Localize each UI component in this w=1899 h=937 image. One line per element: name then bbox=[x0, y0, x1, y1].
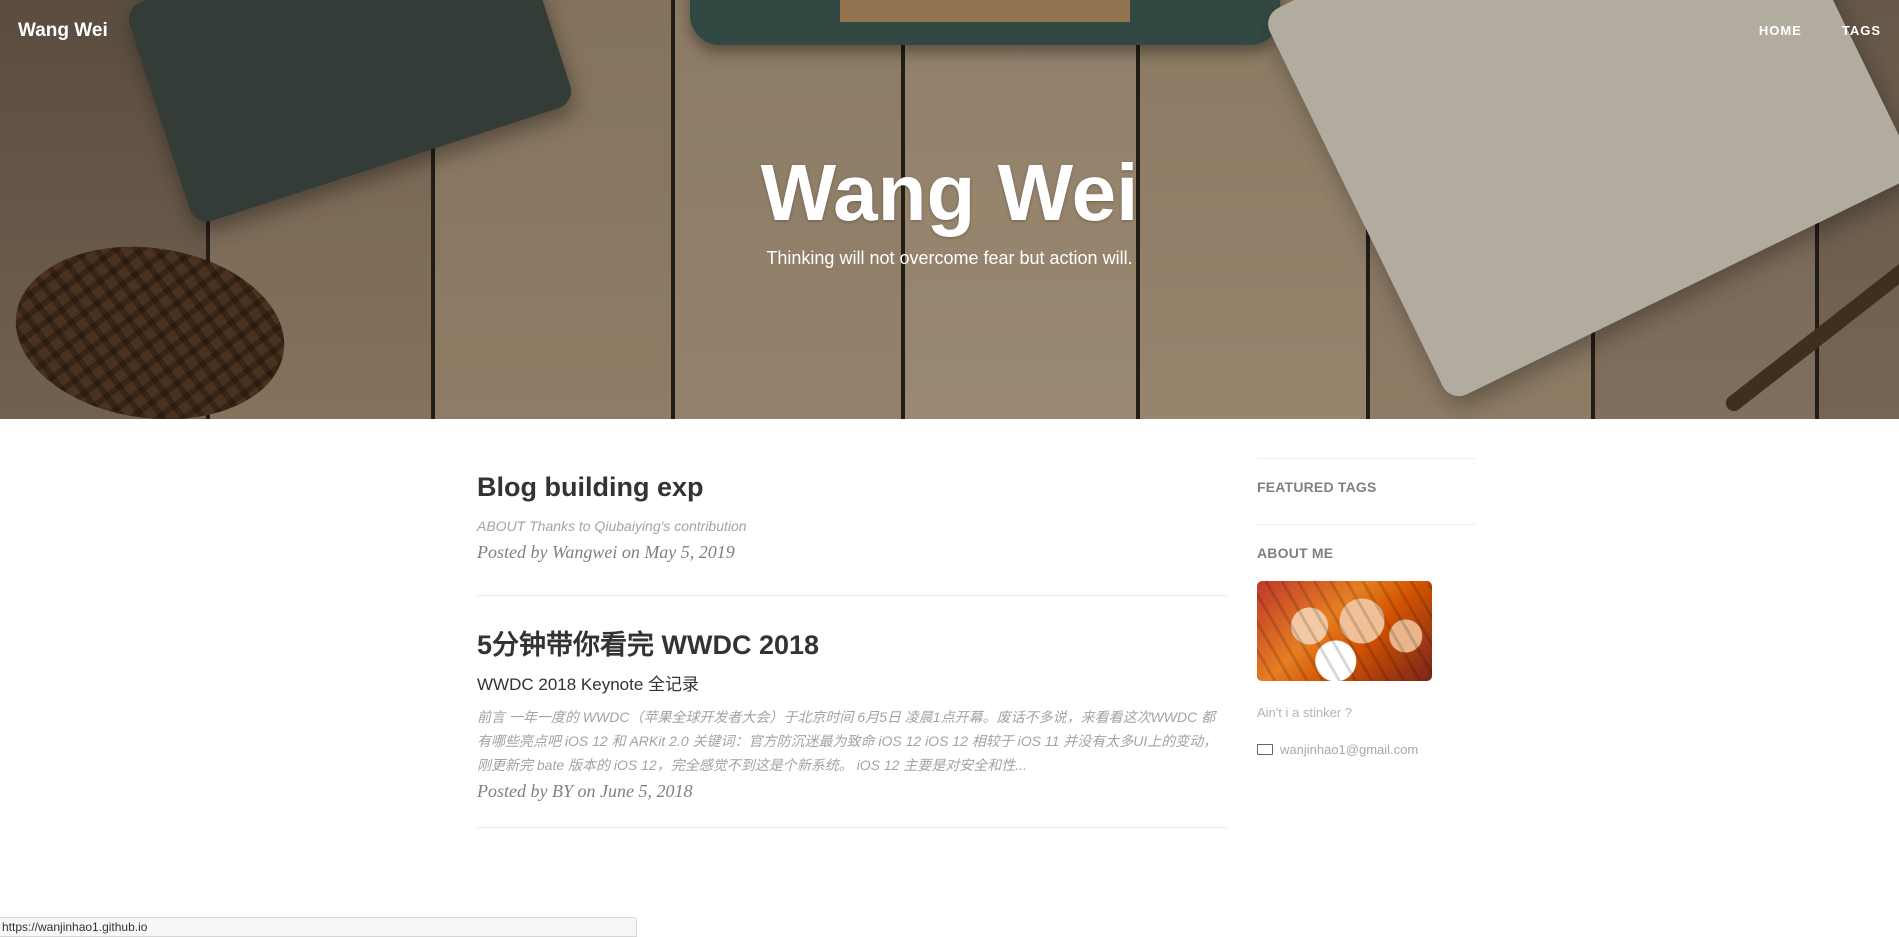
post-title-link[interactable]: 5分钟带你看完 WWDC 2018 bbox=[477, 628, 1227, 662]
sidebar: FEATURED TAGS ABOUT ME Ain't i a stinker… bbox=[1257, 458, 1475, 757]
about-me-section: ABOUT ME Ain't i a stinker ? wanjinhao1@… bbox=[1257, 524, 1475, 757]
brand-link[interactable]: Wang Wei bbox=[18, 20, 108, 42]
hero-banner: Wang Wei HOME TAGS Wang Wei Thinking wil… bbox=[0, 0, 1899, 419]
mail-icon bbox=[1257, 744, 1273, 755]
post-item: 5分钟带你看完 WWDC 2018 WWDC 2018 Keynote 全记录 … bbox=[477, 596, 1227, 828]
about-me-heading: ABOUT ME bbox=[1257, 545, 1334, 561]
post-meta: Posted by BY on June 5, 2018 bbox=[477, 781, 693, 801]
post-item: Blog building exp ABOUT Thanks to Qiubai… bbox=[477, 460, 1227, 596]
post-excerpt: 前言 一年一度的 WWDC（苹果全球开发者大会）于北京时间 6月5日 凌晨1点开… bbox=[477, 709, 1218, 773]
nav-tags-link[interactable]: TAGS bbox=[1842, 23, 1881, 38]
post-meta: Posted by Wangwei on May 5, 2019 bbox=[477, 542, 735, 562]
email-link[interactable]: wanjinhao1@gmail.com bbox=[1280, 742, 1418, 757]
post-excerpt: ABOUT Thanks to Qiubaiying's contributio… bbox=[477, 518, 747, 534]
avatar-texture bbox=[1257, 581, 1432, 681]
site-title: Wang Wei bbox=[760, 148, 1139, 237]
post-subtitle: WWDC 2018 Keynote 全记录 bbox=[477, 675, 700, 694]
post-list: Blog building exp ABOUT Thanks to Qiubai… bbox=[477, 460, 1227, 828]
featured-tags-section: FEATURED TAGS bbox=[1257, 458, 1475, 524]
browser-status-bar: https://wanjinhao1.github.io bbox=[0, 917, 637, 937]
nav-home-link[interactable]: HOME bbox=[1759, 23, 1802, 38]
about-text: Ain't i a stinker ? bbox=[1257, 705, 1352, 720]
avatar-image bbox=[1257, 581, 1432, 681]
main-nav: HOME TAGS bbox=[1759, 23, 1881, 38]
email-row: wanjinhao1@gmail.com bbox=[1257, 742, 1475, 757]
post-title-link[interactable]: Blog building exp bbox=[477, 470, 1227, 504]
featured-tags-heading: FEATURED TAGS bbox=[1257, 479, 1377, 495]
site-subtitle: Thinking will not overcome fear but acti… bbox=[766, 248, 1133, 268]
